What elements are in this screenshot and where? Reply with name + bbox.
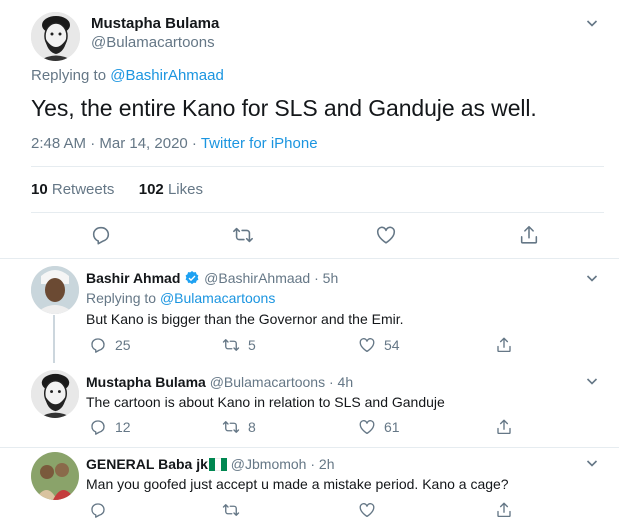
replying-to: Replying to @BashirAhmaad xyxy=(31,67,224,84)
tweet-meta: 2:48 AM · Mar 14, 2020 · Twitter for iPh… xyxy=(31,135,318,152)
reply-text: Man you goofed just accept u made a mist… xyxy=(86,476,509,492)
like-count: 61 xyxy=(384,419,400,435)
reply-count: 25 xyxy=(115,337,131,353)
author-name[interactable]: Bashir Ahmad xyxy=(86,270,180,286)
reply-header: Bashir Ahmad @BashirAhmaad · 5h xyxy=(86,270,338,286)
chevron-down-icon[interactable] xyxy=(586,272,598,284)
tweet-actions xyxy=(0,224,619,248)
retweet-icon[interactable] xyxy=(232,224,254,246)
reply-text: The cartoon is about Kano in relation to… xyxy=(86,394,445,410)
divider xyxy=(0,447,619,448)
retweets-stat[interactable]: 10 Retweets xyxy=(31,181,114,198)
share-button[interactable] xyxy=(495,336,513,354)
avatar[interactable] xyxy=(31,12,80,61)
reply-header: GENERAL Baba jk @Jbmomoh · 2h xyxy=(86,456,334,472)
reply-icon xyxy=(91,338,105,353)
like-heart-icon xyxy=(359,503,375,518)
retweet-count: 8 xyxy=(248,419,256,435)
chevron-down-icon[interactable] xyxy=(586,375,598,387)
reply-text: But Kano is bigger than the Governor and… xyxy=(86,311,404,327)
avatar-illustration-icon xyxy=(31,12,80,61)
divider xyxy=(0,258,619,259)
retweet-button[interactable]: 5 xyxy=(222,336,256,354)
like-button[interactable] xyxy=(358,501,376,519)
like-count: 54 xyxy=(384,337,400,353)
author-handle[interactable]: @Jbmomoh xyxy=(231,456,307,472)
retweet-icon xyxy=(222,421,240,433)
retweets-label: Retweets xyxy=(51,181,115,198)
reply-icon xyxy=(91,420,105,435)
share-icon xyxy=(497,419,511,435)
share-button[interactable] xyxy=(495,501,513,519)
retweet-icon xyxy=(222,339,240,351)
like-heart-icon[interactable] xyxy=(375,224,397,246)
avatar-illustration-icon xyxy=(31,370,79,418)
like-button[interactable]: 61 xyxy=(358,418,400,436)
retweet-button[interactable] xyxy=(222,501,240,519)
reply-button[interactable]: 25 xyxy=(89,336,131,354)
reply-time[interactable]: · 2h xyxy=(310,456,334,472)
replying-to-prefix: Replying to xyxy=(31,67,107,84)
author-handle[interactable]: @BashirAhmaad xyxy=(204,270,310,286)
like-heart-icon xyxy=(359,338,375,353)
tweet-timestamp[interactable]: 2:48 AM · Mar 14, 2020 · xyxy=(31,135,201,152)
reply-time[interactable]: · 5h xyxy=(314,270,338,286)
chevron-down-icon[interactable] xyxy=(586,17,598,29)
author-name[interactable]: Mustapha Bulama xyxy=(91,15,219,32)
reply-button[interactable] xyxy=(89,501,107,519)
share-icon xyxy=(497,337,511,353)
divider xyxy=(31,212,604,213)
share-icon xyxy=(497,502,511,518)
share-button[interactable] xyxy=(495,418,513,436)
retweet-button[interactable]: 8 xyxy=(222,418,256,436)
avatar[interactable] xyxy=(31,452,79,500)
retweet-icon xyxy=(222,504,240,516)
nigeria-flag-icon xyxy=(208,458,227,471)
reply-icon xyxy=(91,503,105,518)
reply-header: Mustapha Bulama @Bulamacartoons · 4h xyxy=(86,374,353,390)
tweet-text: Yes, the entire Kano for SLS and Ganduje… xyxy=(31,95,537,121)
thread-line xyxy=(53,315,55,363)
author-handle[interactable]: @Bulamacartoons xyxy=(210,374,325,390)
avatar[interactable] xyxy=(31,370,79,418)
reply-time[interactable]: · 4h xyxy=(329,374,353,390)
avatar-photo-icon xyxy=(31,266,79,314)
retweets-count: 10 xyxy=(31,181,48,198)
author-name[interactable]: Mustapha Bulama xyxy=(86,374,206,390)
tweet-source[interactable]: Twitter for iPhone xyxy=(201,135,318,152)
replying-to-link[interactable]: @BashirAhmaad xyxy=(110,67,224,84)
share-icon[interactable] xyxy=(518,224,540,246)
verified-badge-icon xyxy=(185,271,199,285)
author-handle[interactable]: @Bulamacartoons xyxy=(91,34,215,51)
reply-button[interactable]: 12 xyxy=(89,418,131,436)
reply-icon[interactable] xyxy=(90,224,112,246)
like-button[interactable]: 54 xyxy=(358,336,400,354)
replying-to-prefix: Replying to xyxy=(86,290,157,306)
likes-stat[interactable]: 102 Likes xyxy=(139,181,203,198)
divider xyxy=(31,166,604,167)
likes-label: Likes xyxy=(167,181,203,198)
reply-count: 12 xyxy=(115,419,131,435)
replying-to-link[interactable]: @Bulamacartoons xyxy=(160,290,275,306)
retweet-count: 5 xyxy=(248,337,256,353)
chevron-down-icon[interactable] xyxy=(586,457,598,469)
tweet-stats: 10 Retweets 102 Likes xyxy=(31,181,203,198)
avatar[interactable] xyxy=(31,266,79,314)
author-name[interactable]: GENERAL Baba jk xyxy=(86,456,208,472)
likes-count: 102 xyxy=(138,181,164,198)
replying-to: Replying to @Bulamacartoons xyxy=(86,290,275,306)
avatar-photo-icon xyxy=(31,452,79,500)
like-heart-icon xyxy=(359,420,375,435)
